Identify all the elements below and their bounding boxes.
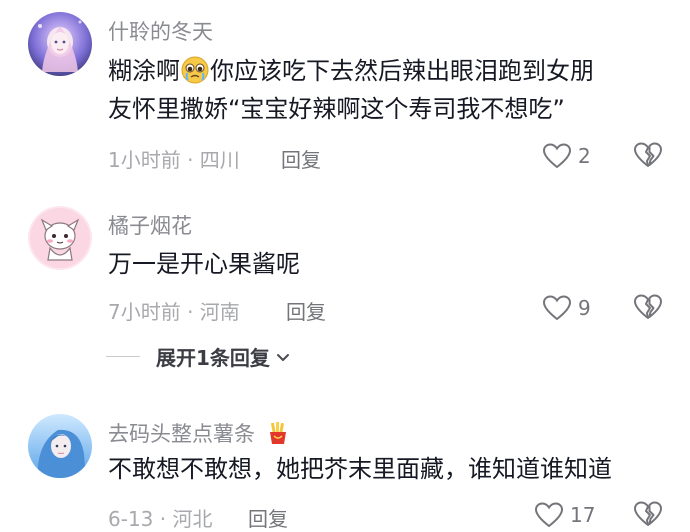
avatar[interactable]: [28, 12, 92, 76]
like-count: 17: [570, 503, 596, 527]
dislike-button[interactable]: [633, 141, 663, 171]
chevron-down-icon: [276, 353, 289, 361]
username-text: 去码头整点薯条: [108, 422, 255, 446]
expand-replies-button[interactable]: 展开1条回复: [106, 342, 292, 371]
dislike-button[interactable]: [633, 293, 663, 323]
comment-text: 不敢想不敢想，她把芥末里面藏，谁知道谁知道: [108, 455, 612, 483]
avatar[interactable]: [28, 206, 92, 270]
like-button[interactable]: 17: [534, 500, 595, 530]
username[interactable]: 橘子烟花: [108, 210, 192, 240]
expand-replies-label: 展开1条回复: [156, 346, 270, 370]
comment-time-location: 6-13 · 河北: [108, 507, 213, 531]
comment-text-part: 糊涂啊: [108, 57, 180, 85]
broken-heart-icon: [634, 294, 662, 319]
heart-icon: [542, 295, 572, 321]
comment-text-part: 你应该吃下去然后辣出眼泪跑到女朋: [210, 57, 594, 85]
reply-button[interactable]: 回复: [286, 296, 326, 325]
comment-time-location: 7小时前 · 河南: [108, 300, 240, 324]
avatar[interactable]: [28, 414, 92, 478]
divider-line: [106, 356, 140, 357]
broken-heart-icon: [634, 501, 662, 526]
dislike-button[interactable]: [633, 500, 663, 530]
reply-button[interactable]: 回复: [281, 144, 321, 173]
username[interactable]: 什聆的冬天: [108, 16, 213, 46]
comment-time-location: 1小时前 · 四川: [108, 148, 240, 172]
broken-heart-icon: [634, 142, 662, 167]
heart-icon: [534, 502, 564, 528]
heart-icon: [542, 143, 572, 169]
reply-button[interactable]: 回复: [248, 503, 288, 532]
like-count: 9: [578, 296, 591, 320]
like-button[interactable]: 2: [542, 141, 591, 171]
like-button[interactable]: 9: [542, 293, 591, 323]
comment-text-line-2: 友怀里撒娇“宝宝好辣啊这个寿司我不想吃”: [108, 95, 565, 123]
like-count: 2: [578, 144, 591, 168]
comment-text: 万一是开心果酱呢: [108, 250, 300, 278]
